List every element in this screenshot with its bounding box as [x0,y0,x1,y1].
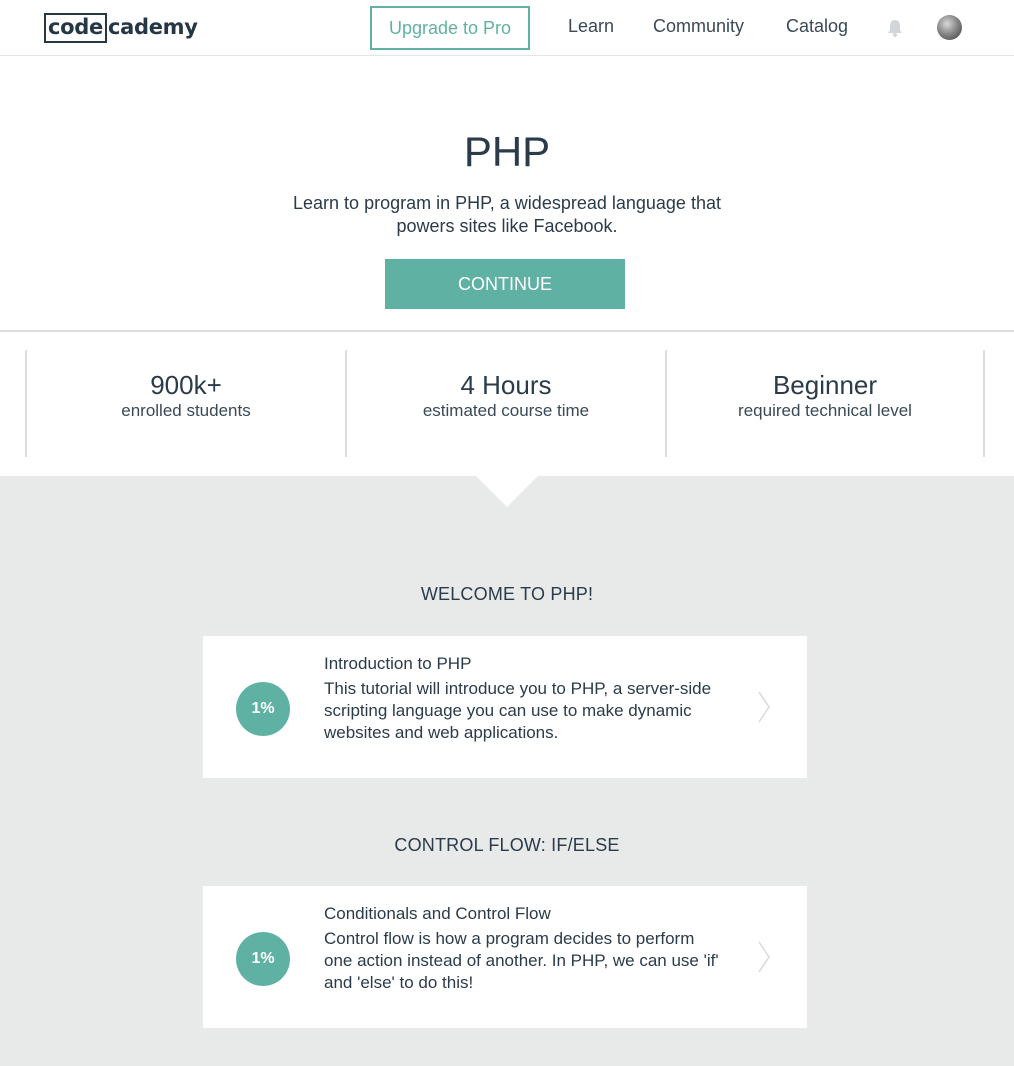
lesson-card-intro[interactable]: 1% Introduction to PHP This tutorial wil… [203,636,807,778]
chevron-right-icon[interactable] [757,940,771,974]
section-title-control-flow: CONTROL FLOW: IF/ELSE [394,835,620,855]
upgrade-to-pro-button[interactable]: Upgrade to Pro [370,6,530,50]
stat-enrolled: 900k+ enrolled students [27,370,345,422]
stat-value: 4 Hours [460,370,552,400]
nav-link-catalog[interactable]: Catalog [786,16,848,37]
logo-code-box: code [44,13,107,43]
top-navbar: code cademy Upgrade to Pro Learn Communi… [0,0,1014,56]
lesson-card-conditionals[interactable]: 1% Conditionals and Control Flow Control… [203,886,807,1028]
section-title-welcome: WELCOME TO PHP! [420,584,594,604]
continue-button[interactable]: CONTINUE [385,259,625,309]
stat-course-time: 4 Hours estimated course time [347,370,665,422]
course-description: Learn to program in PHP, a widespread la… [293,193,721,236]
stat-label: required technical level [738,401,912,420]
codecademy-logo[interactable]: code cademy [44,13,198,43]
bell-icon[interactable] [886,18,904,38]
progress-badge: 1% [236,932,290,986]
section-notch [476,476,538,507]
lesson-title: Conditionals and Control Flow [324,904,551,923]
logo-cademy-text: cademy [107,15,198,39]
stat-value: 900k+ [150,370,222,400]
stat-label: enrolled students [121,401,251,420]
avatar[interactable] [937,15,962,40]
lesson-description: Control flow is how a program decides to… [324,929,719,992]
chevron-right-icon[interactable] [757,690,771,724]
stat-level: Beginner required technical level [666,370,984,422]
stat-label: estimated course time [422,401,590,420]
nav-link-community[interactable]: Community [653,16,744,37]
page-title: PHP [463,128,551,175]
nav-link-learn[interactable]: Learn [568,16,614,37]
hero-divider [0,330,1014,332]
progress-badge: 1% [236,682,290,736]
lesson-title: Introduction to PHP [324,654,472,673]
stat-value: Beginner [772,370,878,400]
lesson-description: This tutorial will introduce you to PHP,… [324,679,712,742]
